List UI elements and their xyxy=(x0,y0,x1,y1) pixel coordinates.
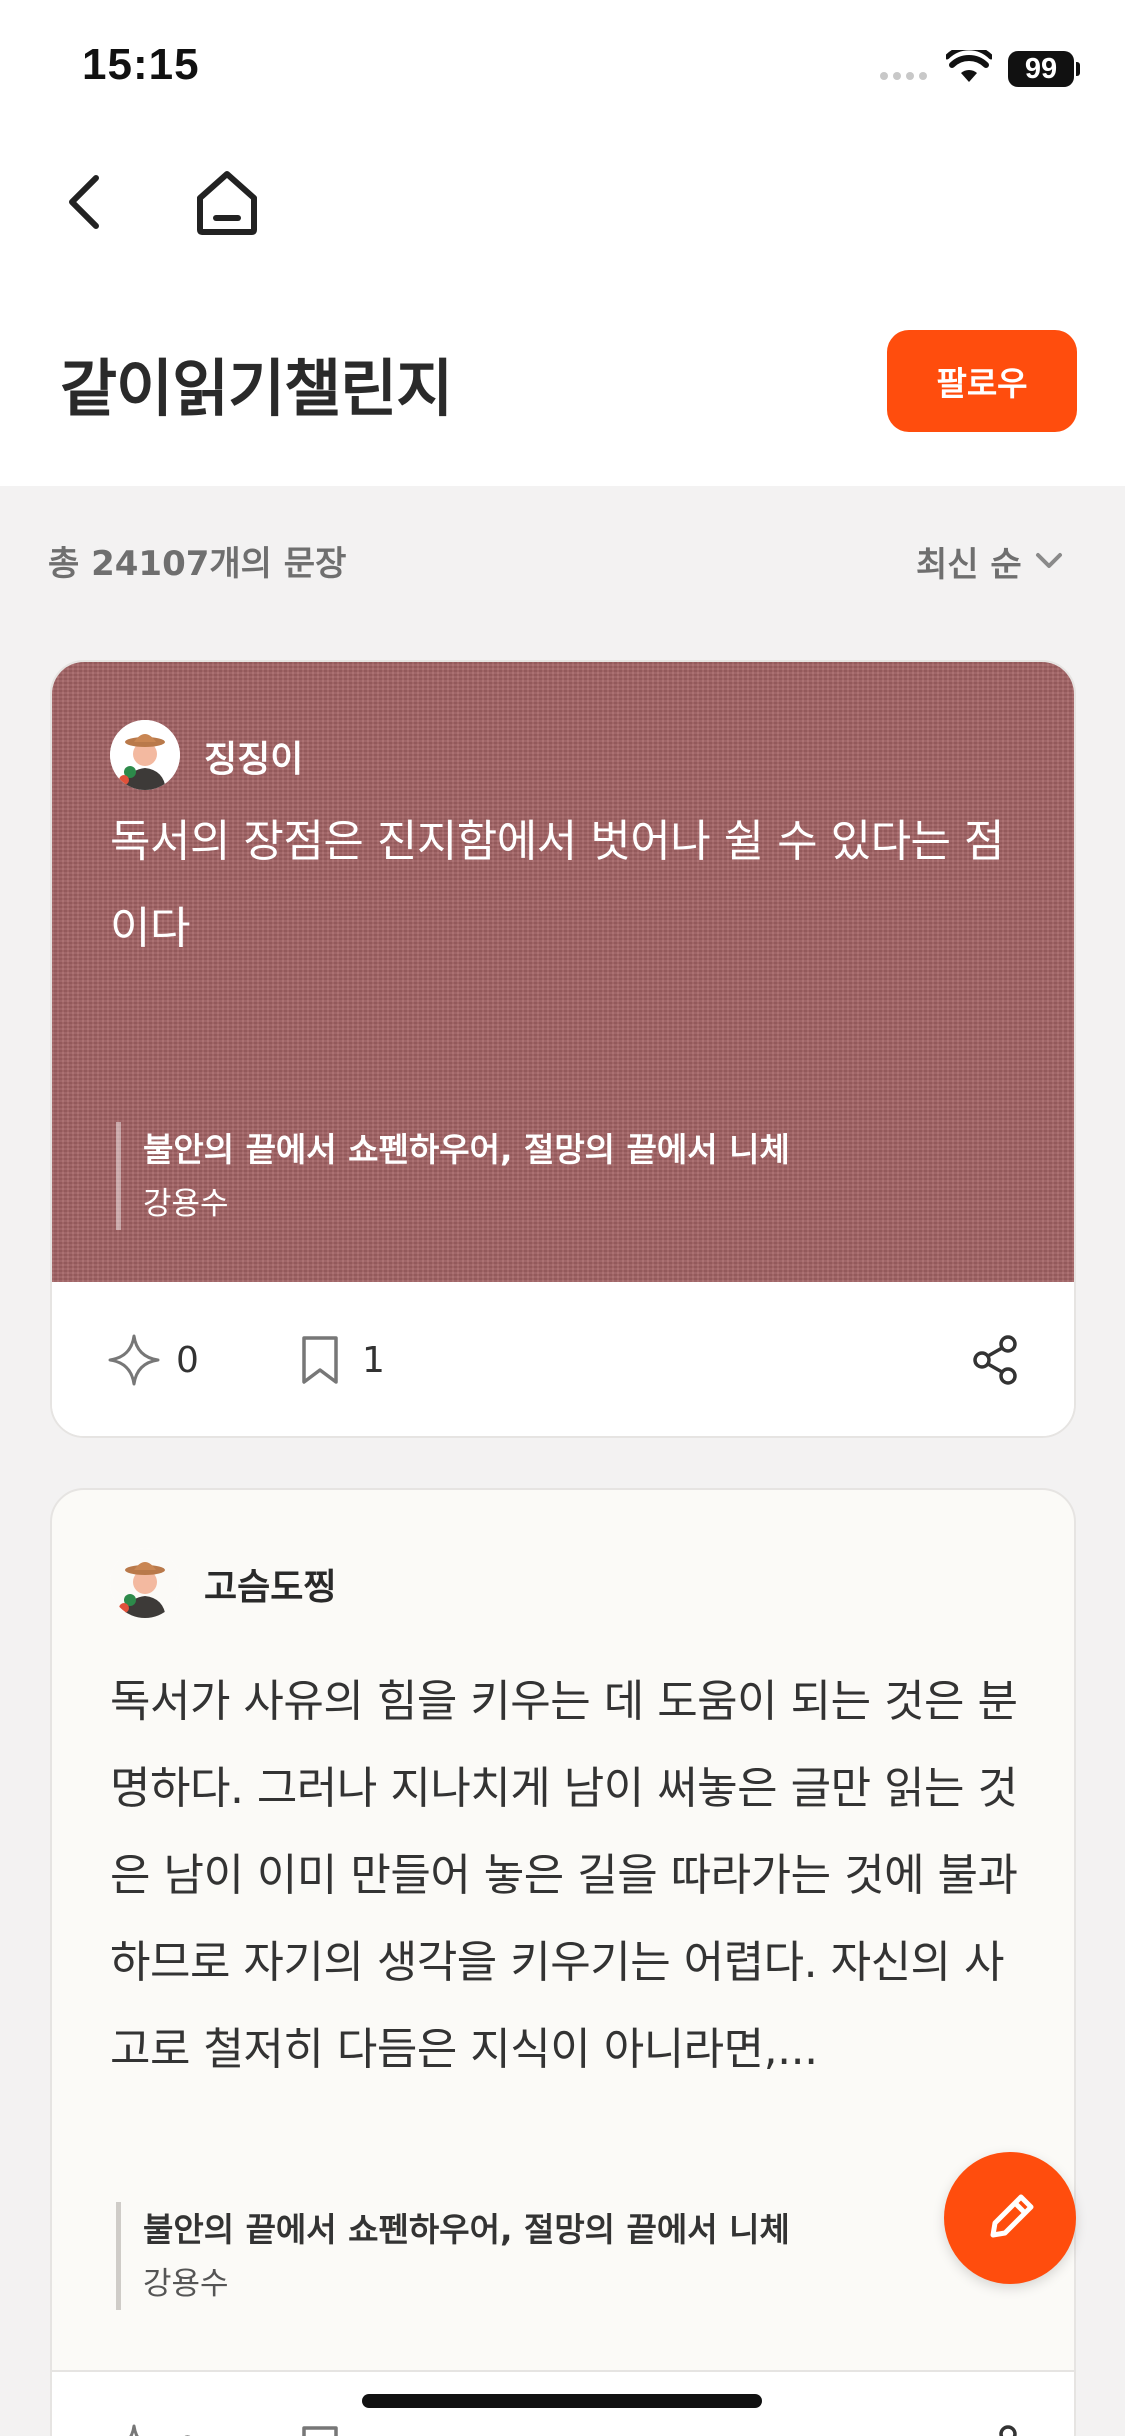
sentence-card[interactable]: 징징이 독서의 장점은 진지함에서 벗어나 쉴 수 있다는 점이다 불안의 끝에… xyxy=(50,660,1076,1438)
bookmark-icon xyxy=(302,2426,338,2436)
like-button[interactable]: 0 xyxy=(106,1332,199,1388)
status-bar: 15:15 99 xyxy=(0,0,1125,140)
bookmark-button[interactable]: 1 xyxy=(292,2422,385,2436)
avatar[interactable] xyxy=(110,1548,180,1618)
back-icon[interactable] xyxy=(58,170,112,234)
sparkle-icon xyxy=(108,1334,160,1386)
avatar[interactable] xyxy=(110,720,180,790)
chevron-down-icon xyxy=(1035,553,1062,568)
book-info[interactable]: 불안의 끝에서 쇼펜하우어, 절망의 끝에서 니체 강용수 xyxy=(116,1122,790,1230)
sentence-card[interactable]: 고슴도찡 독서가 사유의 힘을 키우는 데 도움이 되는 것은 분명하다. 그러… xyxy=(50,1488,1076,2436)
book-author: 강용수 xyxy=(143,2266,229,2302)
wifi-icon xyxy=(946,50,992,82)
like-count: 0 xyxy=(176,2430,199,2436)
follow-button[interactable]: 팔로우 xyxy=(887,330,1077,432)
status-time: 15:15 xyxy=(82,40,200,89)
share-icon[interactable] xyxy=(968,2422,1024,2436)
signal-icon xyxy=(880,72,927,80)
avatar-icon xyxy=(110,1548,180,1618)
book-author: 강용수 xyxy=(143,1186,229,1222)
bookmark-count: 1 xyxy=(362,1339,385,1381)
like-count: 0 xyxy=(176,1339,199,1381)
write-button[interactable] xyxy=(944,2152,1076,2284)
author-name[interactable]: 징징이 xyxy=(204,730,303,782)
book-title: 불안의 끝에서 쇼펜하우어, 절망의 끝에서 니체 xyxy=(143,2210,790,2249)
sort-dropdown[interactable]: 최신 순 xyxy=(916,536,1064,586)
bookmark-count: 1 xyxy=(362,2430,385,2436)
battery-cap xyxy=(1076,62,1080,76)
sparkle-icon xyxy=(129,2424,139,2436)
book-info[interactable]: 불안의 끝에서 쇼펜하우어, 절망의 끝에서 니체 강용수 xyxy=(116,2202,790,2310)
home-icon[interactable] xyxy=(194,168,260,238)
bookmark-button[interactable]: 1 xyxy=(292,1332,385,1388)
battery-indicator: 99 xyxy=(1008,51,1074,87)
quote-text: 독서의 장점은 진지함에서 벗어나 쉴 수 있다는 점이다 xyxy=(110,816,1005,954)
author-name[interactable]: 고슴도찡 xyxy=(204,1558,336,1610)
top-bar: 15:15 99 같이읽기챌린지 팔로우 xyxy=(0,0,1125,486)
quote-area: 고슴도찡 독서가 사유의 힘을 키우는 데 도움이 되는 것은 분명하다. 그러… xyxy=(52,1490,1074,2370)
sort-label: 최신 순 xyxy=(916,544,1022,585)
pencil-icon xyxy=(990,2194,1034,2238)
like-button[interactable]: 0 xyxy=(106,2422,199,2436)
quote-text: 독서가 사유의 힘을 키우는 데 도움이 되는 것은 분명하다. 그러나 지나치… xyxy=(110,1676,1018,2075)
page-title: 같이읽기챌린지 xyxy=(60,352,453,425)
home-indicator xyxy=(362,2394,762,2408)
book-title: 불안의 끝에서 쇼펜하우어, 절망의 끝에서 니체 xyxy=(143,1130,790,1169)
avatar-icon xyxy=(110,720,180,790)
bookmark-icon xyxy=(302,1336,338,1384)
share-icon[interactable] xyxy=(968,1332,1024,1388)
quote-area: 징징이 독서의 장점은 진지함에서 벗어나 쉴 수 있다는 점이다 불안의 끝에… xyxy=(52,662,1074,1282)
sentence-count: 총 24107개의 문장 xyxy=(48,544,347,584)
card-footer: 0 1 xyxy=(52,1282,1074,1436)
